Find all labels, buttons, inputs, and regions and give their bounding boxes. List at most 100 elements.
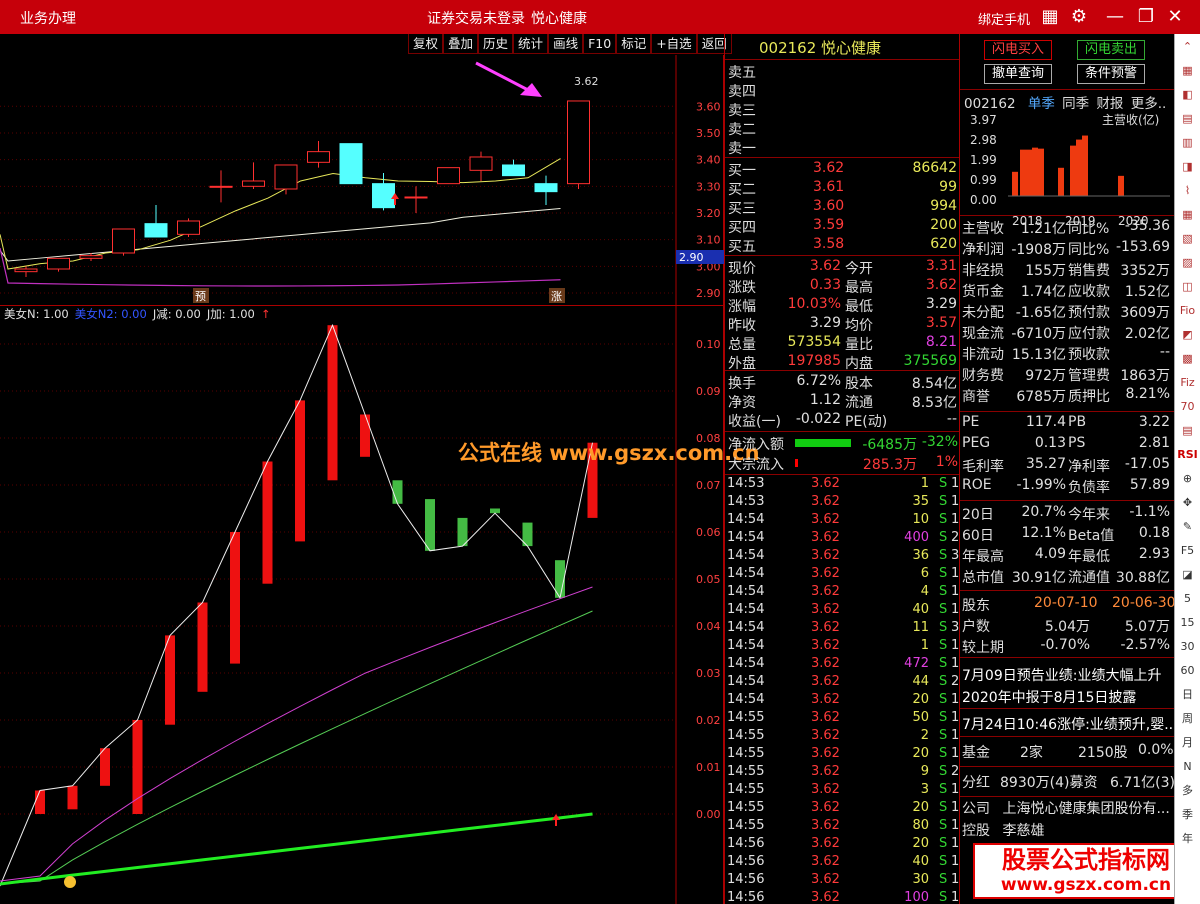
side-tool-icon[interactable]: 周 (1177, 708, 1199, 730)
side-tool-icon[interactable]: 年 (1177, 828, 1199, 850)
side-tool-icon[interactable]: ▦ (1177, 204, 1199, 226)
tick-time: 14:54 (727, 674, 765, 689)
fin-label: 管理费 (1068, 368, 1110, 384)
minimize-icon[interactable]: — (1104, 6, 1126, 28)
toolbar-btn-5[interactable]: F10 (583, 34, 617, 54)
side-tool-icon[interactable]: Fiz (1177, 372, 1199, 394)
sell-level-1: 卖一 (728, 141, 756, 157)
side-tool-icon[interactable]: ✥ (1177, 492, 1199, 514)
stat-label: 净资 (728, 395, 756, 411)
toolbar-btn-0[interactable]: 复权 (408, 34, 444, 54)
side-tool-icon[interactable]: 60 (1177, 660, 1199, 682)
f10-panel: 闪电买入 闪电卖出 撤单查询 条件预警 002162 单季 同季 财报 更多..… (960, 34, 1178, 904)
annotation-arrow (475, 61, 531, 93)
cancel-query-button[interactable]: 撤单查询 (984, 64, 1052, 84)
tick-volume: 40 (912, 854, 929, 869)
fin-value: 6785万 (1016, 389, 1066, 405)
side-tool-icon[interactable]: 日 (1177, 684, 1199, 706)
chart-toolbar: 复权 叠加 历史 统计 画线 F10 标记 +自选 返回 (408, 34, 732, 55)
side-tool-icon[interactable]: ▦ (1177, 60, 1199, 82)
maximize-icon[interactable]: ❐ (1135, 6, 1157, 28)
indicator-bar (67, 785, 78, 810)
gear-icon[interactable]: ⚙ (1068, 6, 1090, 28)
fin-value: -17.05 (1124, 456, 1170, 472)
holder-value: 5.07万 (1124, 619, 1170, 635)
side-tool-icon[interactable]: ▩ (1177, 348, 1199, 370)
kline-chart[interactable]: 3.60 3.50 3.40 3.30 3.20 3.10 3.00 2.90 2.90 3.62… (0, 55, 724, 305)
news-2[interactable]: 2020年中报于8月15日披露 (962, 687, 1136, 706)
close-icon[interactable]: ✕ (1164, 6, 1186, 28)
side-tool-icon[interactable]: ▥ (1177, 132, 1199, 154)
side-tool-icon[interactable]: Fio (1177, 300, 1199, 322)
fin-value: 8.21% (1125, 386, 1170, 402)
fin-value: 0.18 (1138, 525, 1170, 541)
side-tool-icon[interactable]: N (1177, 756, 1199, 778)
fin-label: 应付款 (1068, 326, 1110, 342)
tick-price: 3.62 (811, 800, 840, 815)
trade-status[interactable]: 证券交易未登录 (427, 8, 525, 28)
side-tool-icon[interactable]: 月 (1177, 732, 1199, 754)
buy-level-label: 买一 (728, 163, 756, 179)
tick-price: 3.62 (811, 818, 840, 833)
tab-report[interactable]: 财报 (1096, 96, 1123, 112)
revenue-bar (1076, 139, 1082, 196)
side-tool-icon[interactable]: 70 (1177, 396, 1199, 418)
stat-value: -0.022 (795, 411, 841, 427)
side-tool-icon[interactable]: ◫ (1177, 276, 1199, 298)
side-tool-icon[interactable]: ⌃ (1177, 36, 1199, 58)
grid-icon[interactable]: ▦ (1039, 6, 1061, 28)
side-tool-icon[interactable]: ◪ (1177, 564, 1199, 586)
flash-sell-button[interactable]: 闪电卖出 (1077, 40, 1145, 60)
toolbar-btn-3[interactable]: 统计 (513, 34, 549, 54)
side-tool-icon[interactable]: ◩ (1177, 324, 1199, 346)
side-tool-icon[interactable]: RSI (1177, 444, 1199, 466)
tab-same-quarter[interactable]: 同季 (1062, 96, 1089, 112)
candle-body (79, 255, 103, 259)
toolbar-btn-4[interactable]: 画线 (548, 34, 584, 54)
f10-tabs: 002162 单季 同季 财报 更多.. (964, 92, 1167, 112)
indicator-chart[interactable]: 0.10 0.09 0.08 0.07 0.06 0.05 0.04 0.03 0.02 0.01… (0, 305, 724, 904)
side-tool-icon[interactable]: ⊕ (1177, 468, 1199, 490)
indicator-tick: 0.07 (696, 479, 721, 492)
news-3[interactable]: 7月24日10:46涨停:业绩预升,婴... (962, 714, 1178, 733)
tick-time: 14:54 (727, 512, 765, 527)
toolbar-btn-1[interactable]: 叠加 (443, 34, 479, 54)
toolbar-btn-7[interactable]: +自选 (651, 34, 697, 54)
side-tool-icon[interactable]: ◨ (1177, 156, 1199, 178)
news-1[interactable]: 7月09日预告业绩:业绩大幅上升 (962, 665, 1161, 684)
side-tool-icon[interactable]: ▧ (1177, 228, 1199, 250)
tick-time: 14:54 (727, 584, 765, 599)
tick-side: S (939, 512, 948, 527)
side-tool-icon[interactable]: ▨ (1177, 252, 1199, 274)
side-tool-icon[interactable]: 多 (1177, 780, 1199, 802)
revenue-bar-chart: 主营收(亿)3.972.981.990.990.002018 2019 2020 (970, 112, 1170, 228)
candle-body (404, 196, 428, 199)
fin-label: 年最低 (1068, 549, 1110, 565)
flash-buy-button[interactable]: 闪电买入 (984, 40, 1052, 60)
toolbar-btn-2[interactable]: 历史 (478, 34, 514, 54)
side-tool-icon[interactable]: 季 (1177, 804, 1199, 826)
up-arrow-icon: ↑ (260, 307, 271, 321)
tick-price: 3.62 (811, 854, 840, 869)
side-tool-icon[interactable]: 15 (1177, 612, 1199, 634)
side-tool-icon[interactable]: ⌇ (1177, 180, 1199, 202)
stat-label: 最低 (845, 299, 873, 315)
side-tool-icon[interactable]: 5 (1177, 588, 1199, 610)
toolbar-btn-6[interactable]: 标记 (616, 34, 652, 54)
menu-business[interactable]: 业务办理 (20, 8, 76, 28)
side-tool-icon[interactable]: ▤ (1177, 420, 1199, 442)
side-tool-icon[interactable]: 30 (1177, 636, 1199, 658)
tick-volume: 36 (912, 548, 929, 563)
side-tool-icon[interactable]: ◧ (1177, 84, 1199, 106)
bind-phone-link[interactable]: 绑定手机 (978, 9, 1030, 28)
condition-alert-button[interactable]: 条件预警 (1077, 64, 1145, 84)
tick-time: 14:55 (727, 800, 765, 815)
side-tool-icon[interactable]: ▤ (1177, 108, 1199, 130)
tab-quarter[interactable]: 单季 (1028, 96, 1055, 112)
side-tool-icon[interactable]: ✎ (1177, 516, 1199, 538)
tick-time: 14:54 (727, 638, 765, 653)
tab-more[interactable]: 更多.. (1131, 96, 1167, 112)
side-tool-icon[interactable]: F5 (1177, 540, 1199, 562)
fin-value: 30.91亿 (1011, 570, 1066, 586)
tab-code[interactable]: 002162 (964, 96, 1016, 112)
